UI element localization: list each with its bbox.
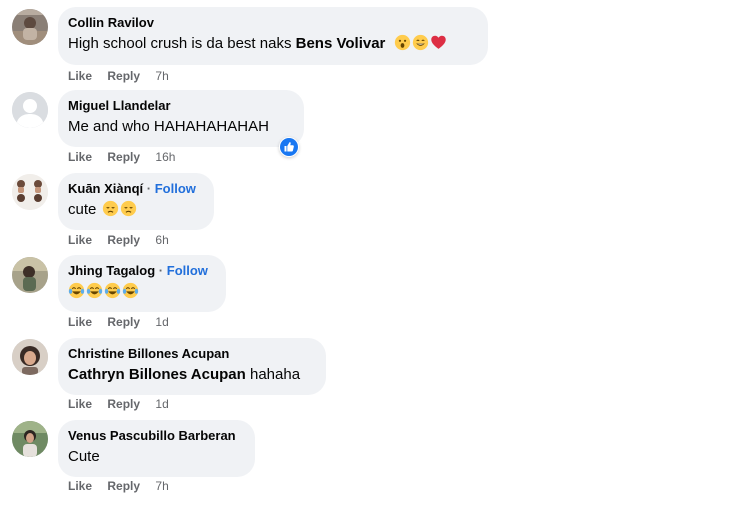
like-button[interactable]: Like (68, 397, 92, 411)
default-avatar-icon (12, 92, 48, 128)
face-with-tears-of-joy-emoji (68, 282, 85, 299)
comment-text (68, 282, 214, 302)
comment-bubble: Miguel Llandelar Me and who HAHAHAHAHAH (58, 90, 304, 147)
separator-dot: · (146, 181, 152, 196)
comment-text: Cute (68, 448, 100, 465)
comment-author[interactable]: Kuān Xiànqí (68, 181, 143, 196)
comment-text: cute (68, 200, 202, 220)
avatar[interactable] (12, 421, 48, 457)
comment-author[interactable]: Miguel Llandelar (68, 98, 171, 113)
comment-author[interactable]: Jhing Tagalog (68, 263, 155, 278)
mention-link[interactable]: Bens Volivar (296, 35, 386, 52)
comment-timestamp[interactable]: 7h (155, 479, 168, 493)
disappointed-face-emoji (102, 200, 118, 217)
reply-button[interactable]: Reply (107, 150, 140, 164)
comment-bubble: Christine Billones Acupan Cathryn Billon… (58, 338, 326, 395)
comment-body: High school crush is da best naks (68, 35, 296, 52)
comment-author[interactable]: Venus Pascubillo Barberan (68, 428, 236, 443)
comment-bubble: Jhing Tagalog · Follow (58, 255, 226, 312)
red-heart-emoji (430, 35, 446, 49)
mention-link[interactable]: Cathryn Billones Acupan (68, 366, 246, 383)
avatar[interactable] (12, 174, 48, 210)
comment-timestamp[interactable]: 7h (155, 69, 168, 83)
comment-author[interactable]: Collin Ravilov (68, 15, 154, 30)
like-button[interactable]: Like (68, 315, 92, 329)
comment-bubble: Collin Ravilov High school crush is da b… (58, 7, 488, 65)
comment-bubble: Kuān Xiànqí · Follow cute (58, 173, 214, 230)
comment-actions: Like Reply 6h (68, 232, 169, 248)
comment-actions: Like Reply 1d (68, 314, 169, 330)
avatar[interactable] (12, 257, 48, 293)
follow-button[interactable]: Follow (167, 263, 208, 278)
separator-dot: · (158, 263, 164, 278)
comment-text: Cathryn Billones Acupan hahaha (68, 365, 314, 385)
comment-bubble: Venus Pascubillo Barberan Cute (58, 420, 255, 477)
comment-body: cute (68, 201, 101, 218)
reply-button[interactable]: Reply (107, 69, 140, 83)
comment-timestamp[interactable]: 6h (155, 233, 168, 247)
comment-author[interactable]: Christine Billones Acupan (68, 346, 229, 361)
comment-text: High school crush is da best naks Bens V… (68, 34, 476, 54)
reply-button[interactable]: Reply (107, 397, 140, 411)
avatar[interactable] (12, 339, 48, 375)
comment-timestamp[interactable]: 1d (155, 397, 168, 411)
like-reaction-icon[interactable] (279, 137, 299, 157)
comment-actions: Like Reply 16h (68, 149, 175, 165)
like-button[interactable]: Like (68, 69, 92, 83)
avatar[interactable] (12, 9, 48, 45)
face-with-tears-of-joy-emoji (104, 282, 121, 299)
comment-timestamp[interactable]: 16h (155, 150, 175, 164)
face-with-tears-of-joy-emoji (122, 282, 139, 299)
like-button[interactable]: Like (68, 150, 92, 164)
reply-button[interactable]: Reply (107, 479, 140, 493)
comment-actions: Like Reply 1d (68, 396, 169, 412)
comment-actions: Like Reply 7h (68, 68, 169, 84)
comment-body: hahaha (245, 366, 301, 383)
comment-timestamp[interactable]: 1d (155, 315, 168, 329)
comment-actions: Like Reply 7h (68, 478, 169, 494)
like-button[interactable]: Like (68, 233, 92, 247)
reply-button[interactable]: Reply (107, 233, 140, 247)
grinning-face-emoji (412, 34, 428, 51)
comment-text: Me and who HAHAHAHAHAH (68, 118, 269, 135)
follow-button[interactable]: Follow (155, 181, 196, 196)
disappointed-face-emoji (120, 200, 136, 217)
astonished-face-emoji (394, 34, 410, 51)
avatar[interactable] (12, 92, 48, 128)
like-button[interactable]: Like (68, 479, 92, 493)
reply-button[interactable]: Reply (107, 315, 140, 329)
face-with-tears-of-joy-emoji (86, 282, 103, 299)
